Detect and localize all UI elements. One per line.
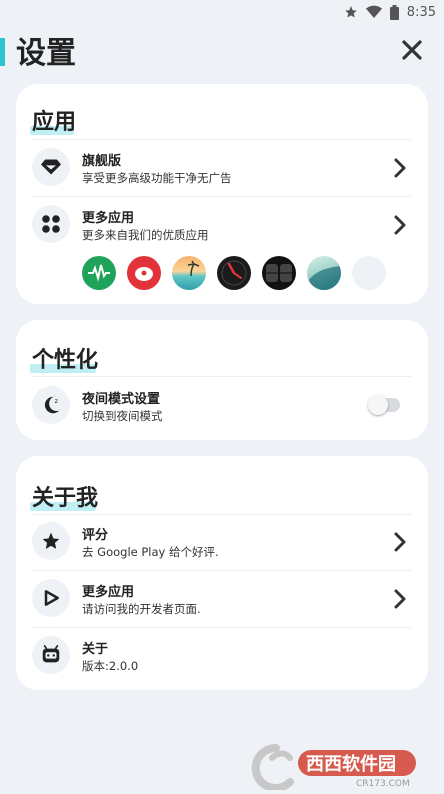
svg-text:z: z: [55, 397, 59, 405]
apps-grid-icon: [32, 205, 70, 243]
chevron-right-icon: [394, 589, 406, 609]
flip-clock-app-icon[interactable]: [262, 256, 296, 290]
chevron-right-icon: [394, 215, 406, 235]
rate-title: 评分: [82, 528, 109, 543]
clock-app-icon[interactable]: [217, 256, 251, 290]
moon-icon: z: [32, 386, 70, 424]
wifi-icon: [365, 5, 382, 19]
more-apps-title: 更多应用: [82, 211, 135, 226]
watermark-url: CR173.COM: [356, 779, 410, 789]
diamond-icon: [32, 148, 70, 186]
status-bar: 8:35: [0, 0, 444, 24]
divider: [32, 376, 412, 377]
watermark-logo: 西西软件园 CR173.COM: [251, 743, 416, 790]
title-accent-bar: [0, 38, 5, 66]
night-mode-row[interactable]: z 夜间模式设置 切换到夜间模式: [16, 378, 428, 434]
rate-row[interactable]: 评分 去 Google Play 给个好评.: [16, 514, 428, 570]
about-title: 关于: [82, 642, 109, 657]
watermark-brand: 西西软件园: [306, 753, 396, 775]
header: 设置: [0, 24, 444, 76]
section-title-about: 关于我: [30, 486, 99, 511]
about-row[interactable]: 关于 版本:2.0.0: [16, 628, 428, 684]
more-apps-subtitle: 更多来自我们的优质应用: [82, 228, 209, 242]
close-icon[interactable]: [398, 36, 426, 64]
developer-page-subtitle: 请访问我的开发者页面.: [82, 602, 201, 616]
version-text: 版本:2.0.0: [82, 659, 139, 673]
status-time: 8:35: [406, 4, 436, 20]
section-title-apps: 应用: [30, 110, 77, 135]
beach-app-icon[interactable]: [172, 256, 206, 290]
night-mode-toggle[interactable]: [368, 395, 400, 415]
toggle-knob: [368, 395, 388, 415]
section-title-personalize: 个性化: [30, 348, 99, 373]
placeholder-app-icon[interactable]: [352, 256, 386, 290]
wave-app-icon[interactable]: [307, 256, 341, 290]
developer-page-row[interactable]: 更多应用 请访问我的开发者页面.: [16, 571, 428, 627]
chevron-right-icon: [394, 532, 406, 552]
about-card: 关于我 评分 去 Google Play 给个好评. 更多应用 请访问我的开发者…: [16, 456, 428, 690]
star-icon: [32, 522, 70, 560]
piggy-bank-app-icon[interactable]: [127, 256, 161, 290]
sound-wave-app-icon[interactable]: [82, 256, 116, 290]
robot-icon: [32, 636, 70, 674]
developer-page-title: 更多应用: [82, 585, 135, 600]
star-icon: [344, 6, 357, 18]
premium-subtitle: 享受更多高级功能干净无广告: [82, 171, 232, 185]
app-icons-row: [82, 256, 386, 290]
premium-title: 旗舰版: [82, 154, 122, 169]
personalize-card: 个性化 z 夜间模式设置 切换到夜间模式: [16, 320, 428, 440]
play-icon: [32, 579, 70, 617]
night-mode-subtitle: 切换到夜间模式: [82, 409, 163, 423]
apps-card: 应用 旗舰版 享受更多高级功能干净无广告 更多应用 更多来自我们的优质应用: [16, 84, 428, 304]
premium-row[interactable]: 旗舰版 享受更多高级功能干净无广告: [16, 140, 428, 196]
page-title: 设置: [16, 36, 76, 71]
night-mode-title: 夜间模式设置: [82, 392, 161, 407]
chevron-right-icon: [394, 158, 406, 178]
rate-subtitle: 去 Google Play 给个好评.: [82, 545, 219, 559]
battery-icon: [389, 4, 399, 20]
more-apps-row[interactable]: 更多应用 更多来自我们的优质应用: [16, 197, 428, 253]
